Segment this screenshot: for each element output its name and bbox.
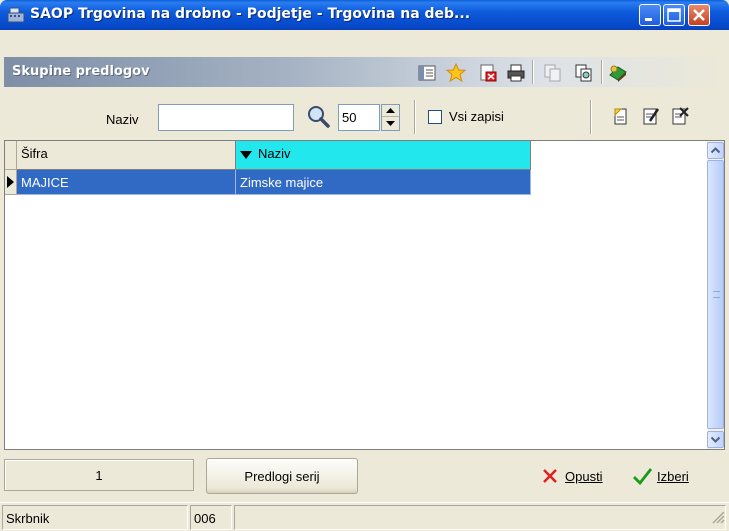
- panel-title: Skupine predlogov: [12, 64, 150, 79]
- panel-header: Skupine predlogov: [4, 57, 725, 87]
- search-records-icon[interactable]: [574, 63, 594, 83]
- filter-separator: [590, 100, 592, 134]
- checkmark-icon: [633, 468, 653, 486]
- thumb-grip: [713, 291, 720, 298]
- templates-series-button[interactable]: Predlogi serij: [206, 458, 358, 494]
- stepper-up-button[interactable]: [382, 105, 399, 117]
- sort-desc-icon: [240, 150, 252, 159]
- cancel-button-label: Opusti: [565, 468, 603, 484]
- delete-record-icon[interactable]: [670, 106, 690, 126]
- scroll-up-button[interactable]: [707, 142, 724, 159]
- exit-door-icon[interactable]: [608, 63, 628, 83]
- scroll-down-button[interactable]: [707, 431, 724, 448]
- toolbar-separator: [532, 60, 534, 84]
- arrow-up-icon: [386, 107, 395, 113]
- cell-naziv[interactable]: Zimske majice: [236, 170, 531, 195]
- all-records-checkbox[interactable]: [428, 110, 442, 124]
- resize-grip-icon[interactable]: [710, 509, 726, 525]
- print-icon[interactable]: [506, 63, 526, 83]
- status-code: 006: [190, 505, 232, 530]
- name-filter-label: Naziv: [106, 112, 139, 127]
- cancel-button[interactable]: Opusti: [541, 462, 629, 490]
- record-limit-stepper[interactable]: [381, 104, 400, 131]
- cancel-x-icon: [543, 469, 557, 483]
- chevron-down-icon: [710, 436, 721, 443]
- window-title: SAOP Trgovina na drobno - Podjetje - Trg…: [30, 6, 471, 22]
- arrow-down-icon: [386, 121, 395, 126]
- filter-separator: [414, 100, 416, 134]
- title-bar[interactable]: SAOP Trgovina na drobno - Podjetje - Trg…: [0, 0, 729, 30]
- column-header-naziv-label: Naziv: [258, 146, 291, 161]
- minimize-button[interactable]: [639, 4, 661, 26]
- record-count: 1: [4, 459, 194, 491]
- copy-icon[interactable]: [543, 63, 563, 83]
- favorite-star-icon[interactable]: [446, 63, 466, 83]
- maximize-icon: [667, 8, 681, 22]
- record-limit-input[interactable]: [338, 104, 380, 131]
- scroll-thumb[interactable]: [707, 160, 724, 429]
- search-icon[interactable]: [305, 104, 331, 130]
- all-records-label[interactable]: Vsi zapisi: [449, 109, 504, 124]
- select-button[interactable]: Izberi: [632, 462, 716, 490]
- maximize-button[interactable]: [663, 4, 685, 26]
- delete-document-icon[interactable]: [478, 63, 498, 83]
- column-header-naziv[interactable]: Naziv: [236, 141, 531, 170]
- edit-record-icon[interactable]: [641, 106, 661, 126]
- toolbar-separator: [601, 60, 603, 84]
- status-user: Skrbnik: [2, 505, 188, 530]
- templates-grid[interactable]: Šifra Naziv MAJICE Zimske majice: [4, 140, 725, 450]
- row-indicator: [5, 170, 17, 195]
- column-header-sifra[interactable]: Šifra: [17, 141, 236, 170]
- name-filter-input[interactable]: [158, 104, 294, 131]
- close-icon: [693, 9, 705, 21]
- cash-register-icon: [7, 7, 25, 23]
- row-indicator-header: [5, 141, 17, 170]
- chevron-up-icon: [710, 147, 721, 154]
- close-button[interactable]: [688, 4, 710, 26]
- status-bar: Skrbnik 006: [0, 502, 729, 531]
- select-button-label: Izberi: [657, 468, 689, 484]
- vertical-scrollbar[interactable]: [707, 141, 724, 449]
- status-message: [234, 505, 726, 530]
- stepper-down-button[interactable]: [382, 118, 399, 130]
- new-record-icon[interactable]: [611, 106, 631, 126]
- columns-layout-icon[interactable]: [417, 63, 437, 83]
- cell-sifra[interactable]: MAJICE: [17, 170, 236, 195]
- current-row-icon: [7, 176, 14, 188]
- minimize-icon: [645, 18, 652, 21]
